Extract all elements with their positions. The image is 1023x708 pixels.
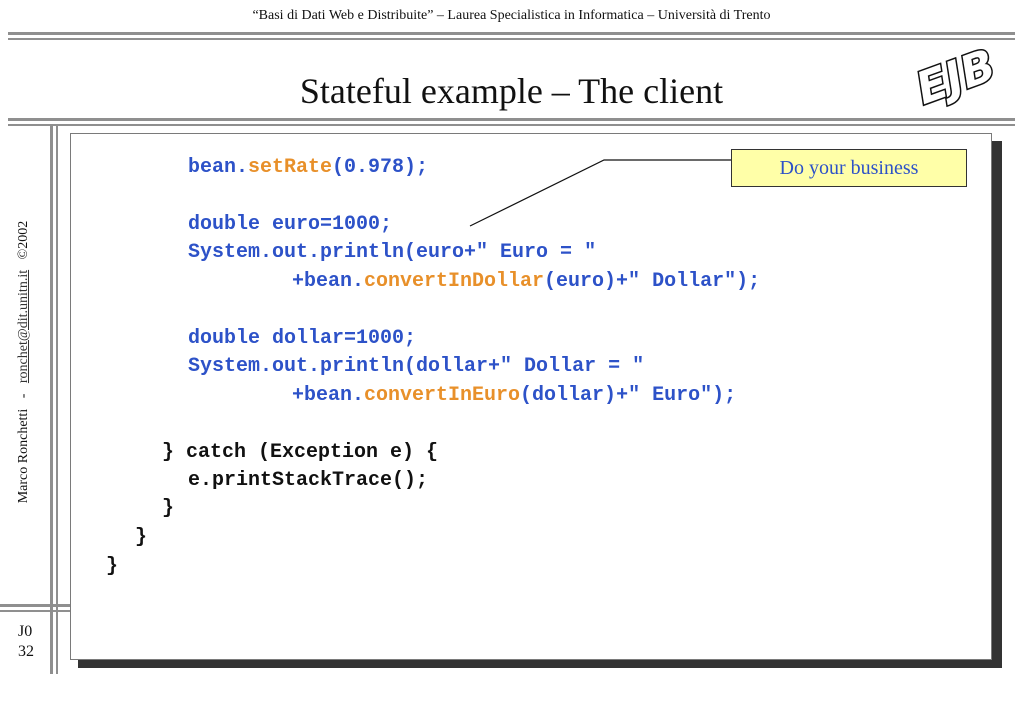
page-id: 32 [18,643,34,660]
author-name: Marco Ronchetti [16,408,31,504]
code-line-7: +bean.convertInEuro(dollar)+" Euro"); [292,384,737,407]
code-line-6: System.out.println(dollar+" Dollar = " [188,355,645,378]
callout-note: Do your business [731,149,967,187]
slide-title: Stateful example – The client [299,71,724,111]
ejb-logo: EJB [908,38,1004,110]
code-line-3: System.out.println(euro+" Euro = " [188,241,597,264]
sidebar-bottom-rule [0,604,78,607]
course-header: “Basi di Dati Web e Distribuite” – Laure… [252,8,771,23]
ejb-logo-text: EJB [910,40,1003,110]
title-rule [8,118,1015,121]
author-credit: Marco Ronchetti - ronchet@dit.unitn.it ©… [16,182,36,542]
title-rule-thin [8,124,1015,126]
author-email-link[interactable]: ronchet@dit.unitn.it [16,270,31,383]
code-line-11: } [135,526,148,549]
side-rule [50,124,53,674]
copyright: ©2002 [16,220,31,260]
sidebar-bottom-rule-thin [0,610,78,612]
header-rule-thin [8,38,1015,40]
code-line-9: e.printStackTrace(); [188,469,429,492]
section-id: J0 [18,623,33,640]
page-number: J0 32 [18,622,34,662]
code-line-8: } catch (Exception e) { [162,441,439,464]
header-rule [8,32,1015,35]
side-rule-thin [56,124,58,674]
code-line-1: bean.setRate(0.978); [188,156,429,179]
code-line-4: +bean.convertInDollar(euro)+" Dollar"); [292,270,761,293]
code-line-2: double euro=1000; [188,213,393,236]
code-line-5: double dollar=1000; [188,327,417,350]
code-line-10: } [162,497,175,520]
credit-separator: - [16,393,31,399]
code-line-12: } [106,555,119,578]
